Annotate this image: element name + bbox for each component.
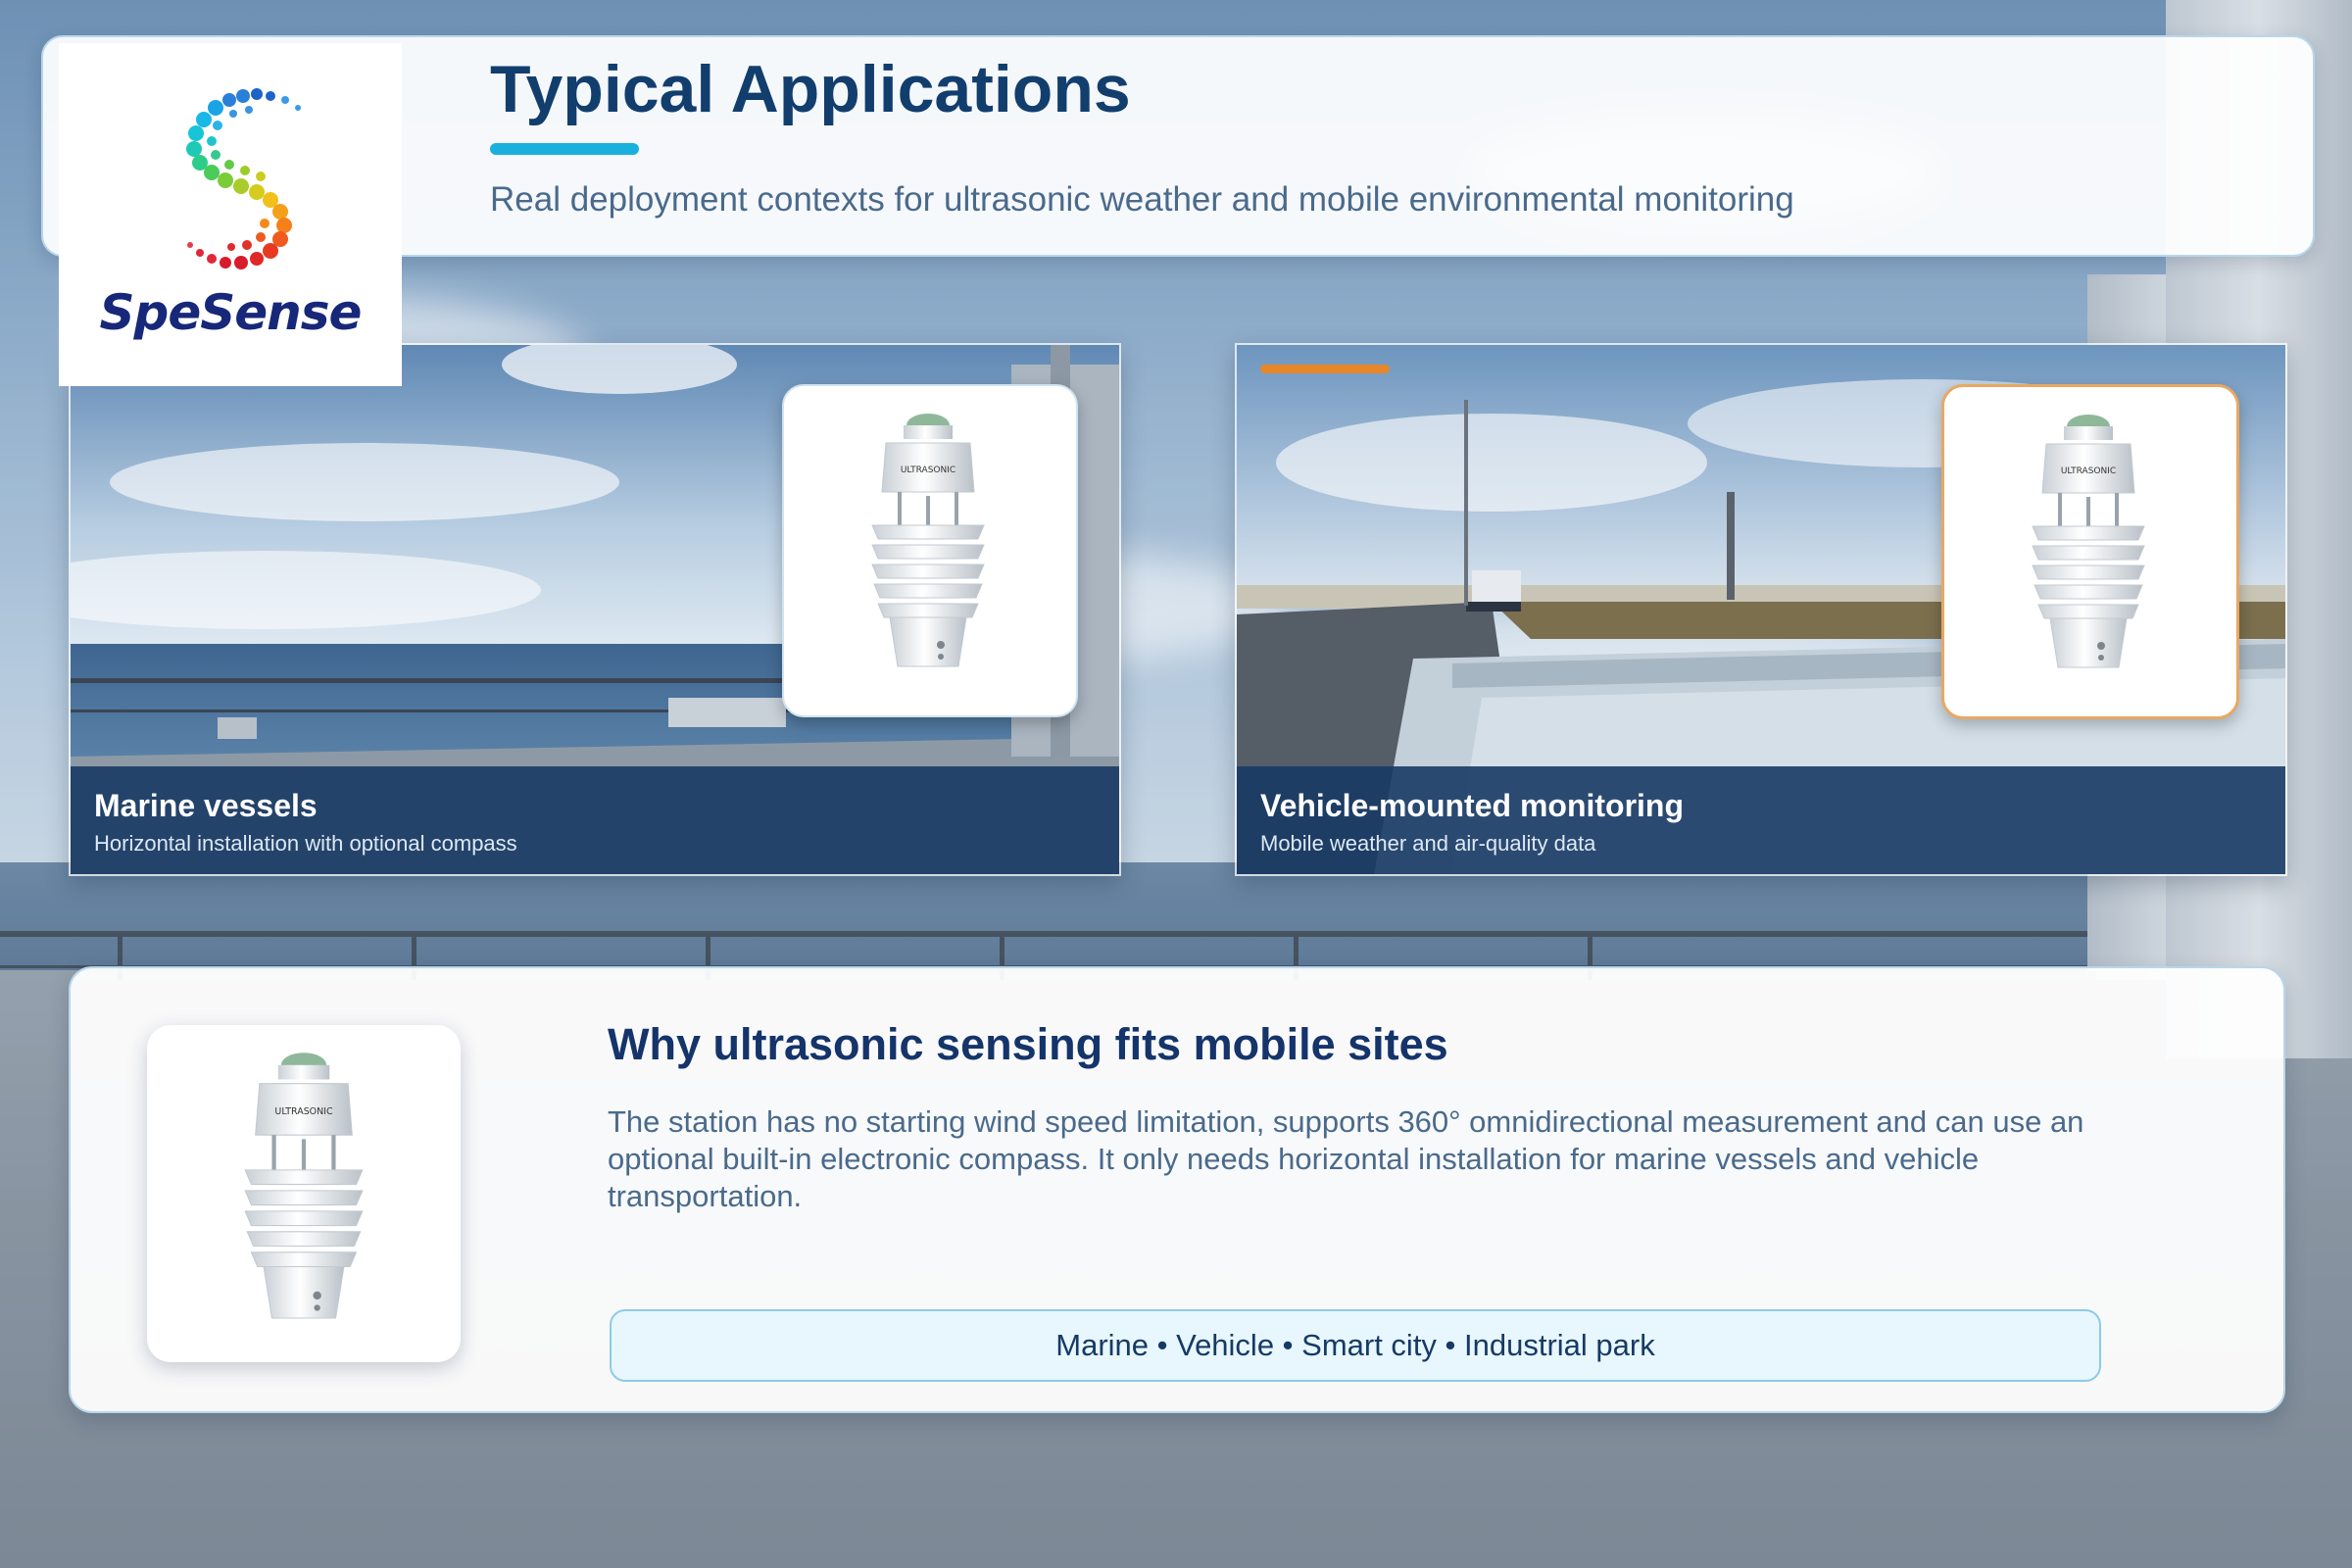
page-title: Typical Applications [490, 52, 1131, 126]
application-card-marine: ULTRASONIC Marine vessels Horizontal ins… [69, 343, 1121, 876]
brand-logo: SpeSense [59, 43, 402, 386]
info-panel: ULTRASONIC Why ultrasonic sensing fits m… [69, 966, 2285, 1413]
svg-text:ULTRASONIC: ULTRASONIC [2061, 466, 2116, 476]
info-title: Why ultrasonic sensing fits mobile sites [608, 1019, 1448, 1069]
svg-text:ULTRASONIC: ULTRASONIC [901, 466, 956, 475]
product-image-card: ULTRASONIC [147, 1025, 461, 1362]
info-description: The station has no starting wind speed l… [608, 1104, 2084, 1213]
card-accent-bar [1260, 365, 1390, 373]
card-caption: Marine vessels Horizontal installation w… [71, 766, 1119, 874]
page-subtitle: Real deployment contexts for ultrasonic … [490, 180, 1794, 219]
ultrasonic-weather-station-icon: ULTRASONIC [871, 414, 985, 667]
card-subtitle: Horizontal installation with optional co… [94, 831, 517, 856]
card-caption: Vehicle-mounted monitoring Mobile weathe… [1237, 766, 2285, 874]
product-thumbnail: ULTRASONIC [782, 384, 1078, 717]
svg-text:ULTRASONIC: ULTRASONIC [274, 1106, 333, 1117]
application-tags: Marine • Vehicle • Smart city • Industri… [610, 1309, 2101, 1382]
card-subtitle: Mobile weather and air-quality data [1260, 831, 1596, 856]
ultrasonic-weather-station-icon: ULTRASONIC [244, 1053, 364, 1319]
title-underline [490, 143, 639, 155]
card-title: Vehicle-mounted monitoring [1260, 788, 1685, 823]
application-card-vehicle: ULTRASONIC Vehicle-mounted monitoring Mo… [1235, 343, 2287, 876]
card-title: Marine vessels [94, 788, 318, 823]
brand-name: SpeSense [99, 284, 363, 341]
logo-dotted-s-icon [186, 88, 301, 270]
ultrasonic-weather-station-icon: ULTRASONIC [2032, 415, 2145, 668]
product-thumbnail: ULTRASONIC [1941, 384, 2239, 719]
